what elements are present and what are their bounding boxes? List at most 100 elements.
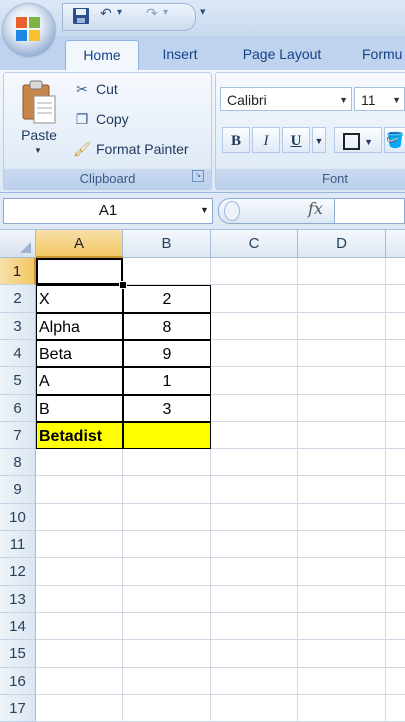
cell-a8[interactable]	[36, 449, 123, 476]
underline-button[interactable]: U	[282, 127, 310, 153]
cell-b5[interactable]: 1	[123, 367, 211, 395]
cell-b6[interactable]: 3	[123, 395, 211, 422]
cell-c7[interactable]	[211, 422, 298, 449]
cell-e4[interactable]	[386, 340, 405, 367]
cut-button[interactable]: ✂ Cut	[72, 78, 118, 100]
cell-c13[interactable]	[211, 586, 298, 613]
cell-d2[interactable]	[298, 285, 386, 313]
cell-d13[interactable]	[298, 586, 386, 613]
cell-d15[interactable]	[298, 640, 386, 668]
cell-a9[interactable]	[36, 476, 123, 504]
tab-insert[interactable]: Insert	[142, 40, 218, 70]
cell-d10[interactable]	[298, 504, 386, 531]
cell-c15[interactable]	[211, 640, 298, 668]
cell-a2[interactable]: X	[36, 285, 123, 313]
cell-e16[interactable]	[386, 668, 405, 695]
cell-a15[interactable]	[36, 640, 123, 668]
row-header-17[interactable]: 17	[0, 695, 36, 722]
column-header-d[interactable]: D	[298, 230, 386, 258]
cell-d4[interactable]	[298, 340, 386, 367]
cell-c2[interactable]	[211, 285, 298, 313]
cell-e14[interactable]	[386, 613, 405, 640]
formula-input[interactable]	[335, 198, 405, 224]
bold-button[interactable]: B	[222, 127, 250, 153]
tab-home[interactable]: Home	[65, 40, 139, 71]
cell-d6[interactable]	[298, 395, 386, 422]
fill-color-icon[interactable]: 🪣	[384, 127, 405, 153]
cell-c9[interactable]	[211, 476, 298, 504]
cell-b4[interactable]: 9	[123, 340, 211, 367]
cell-e10[interactable]	[386, 504, 405, 531]
cell-e7[interactable]	[386, 422, 405, 449]
format-painter-button[interactable]: 🖌 Format Painter	[72, 138, 188, 160]
cell-c16[interactable]	[211, 668, 298, 695]
row-header-6[interactable]: 6	[0, 395, 36, 422]
cell-e11[interactable]	[386, 531, 405, 558]
cell-b8[interactable]	[123, 449, 211, 476]
font-name-select[interactable]: Calibri ▼	[220, 87, 352, 111]
cell-a12[interactable]	[36, 558, 123, 586]
tab-page-layout[interactable]: Page Layout	[222, 40, 342, 70]
cell-e17[interactable]	[386, 695, 405, 722]
cell-b12[interactable]	[123, 558, 211, 586]
tab-formulas[interactable]: Formu	[350, 40, 405, 70]
cell-a6[interactable]: B	[36, 395, 123, 422]
cell-e9[interactable]	[386, 476, 405, 504]
row-header-14[interactable]: 14	[0, 613, 36, 640]
cell-d9[interactable]	[298, 476, 386, 504]
row-header-3[interactable]: 3	[0, 313, 36, 340]
font-size-select[interactable]: 11 ▼	[354, 87, 405, 111]
cell-a4[interactable]: Beta	[36, 340, 123, 367]
fill-handle[interactable]	[119, 281, 127, 289]
cell-d7[interactable]	[298, 422, 386, 449]
cell-d8[interactable]	[298, 449, 386, 476]
cell-b16[interactable]	[123, 668, 211, 695]
cell-b1[interactable]	[123, 258, 211, 285]
cell-c17[interactable]	[211, 695, 298, 722]
cell-c3[interactable]	[211, 313, 298, 340]
underline-dropdown-icon[interactable]: ▼	[312, 127, 326, 153]
borders-button[interactable]: ▼	[334, 127, 382, 153]
cell-b17[interactable]	[123, 695, 211, 722]
cell-d16[interactable]	[298, 668, 386, 695]
redo-icon[interactable]: ↷	[146, 4, 158, 22]
row-header-2[interactable]: 2	[0, 285, 36, 313]
cell-a5[interactable]: A	[36, 367, 123, 395]
undo-dropdown-icon[interactable]: ▾	[117, 4, 122, 22]
row-header-1[interactable]: 1	[0, 258, 36, 285]
cell-e1[interactable]	[386, 258, 405, 285]
cell-d12[interactable]	[298, 558, 386, 586]
cell-b14[interactable]	[123, 613, 211, 640]
cell-e3[interactable]	[386, 313, 405, 340]
undo-icon[interactable]: ↶	[100, 4, 112, 22]
cell-e2[interactable]	[386, 285, 405, 313]
row-header-8[interactable]: 8	[0, 449, 36, 476]
name-box[interactable]: A1	[3, 198, 213, 224]
cell-a17[interactable]	[36, 695, 123, 722]
insert-function-icon[interactable]: fx	[308, 199, 323, 218]
row-header-5[interactable]: 5	[0, 367, 36, 395]
cell-c12[interactable]	[211, 558, 298, 586]
column-header-a[interactable]: A	[36, 230, 123, 258]
cell-b2[interactable]: 2	[123, 285, 211, 313]
row-header-11[interactable]: 11	[0, 531, 36, 558]
cell-a14[interactable]	[36, 613, 123, 640]
cell-b7[interactable]	[123, 422, 211, 449]
row-header-15[interactable]: 15	[0, 640, 36, 668]
cell-b15[interactable]	[123, 640, 211, 668]
cell-a3[interactable]: Alpha	[36, 313, 123, 340]
cell-b3[interactable]: 8	[123, 313, 211, 340]
cell-c4[interactable]	[211, 340, 298, 367]
cell-a16[interactable]	[36, 668, 123, 695]
cell-d14[interactable]	[298, 613, 386, 640]
cell-b10[interactable]	[123, 504, 211, 531]
customize-qat-icon[interactable]: ▾	[200, 5, 214, 23]
row-header-7[interactable]: 7	[0, 422, 36, 449]
column-header-b[interactable]: B	[123, 230, 211, 258]
clipboard-dialog-launcher-icon[interactable]: ↘	[192, 170, 204, 182]
cell-c10[interactable]	[211, 504, 298, 531]
cell-c6[interactable]	[211, 395, 298, 422]
paste-icon[interactable]	[20, 80, 58, 126]
cell-d11[interactable]	[298, 531, 386, 558]
row-header-13[interactable]: 13	[0, 586, 36, 613]
